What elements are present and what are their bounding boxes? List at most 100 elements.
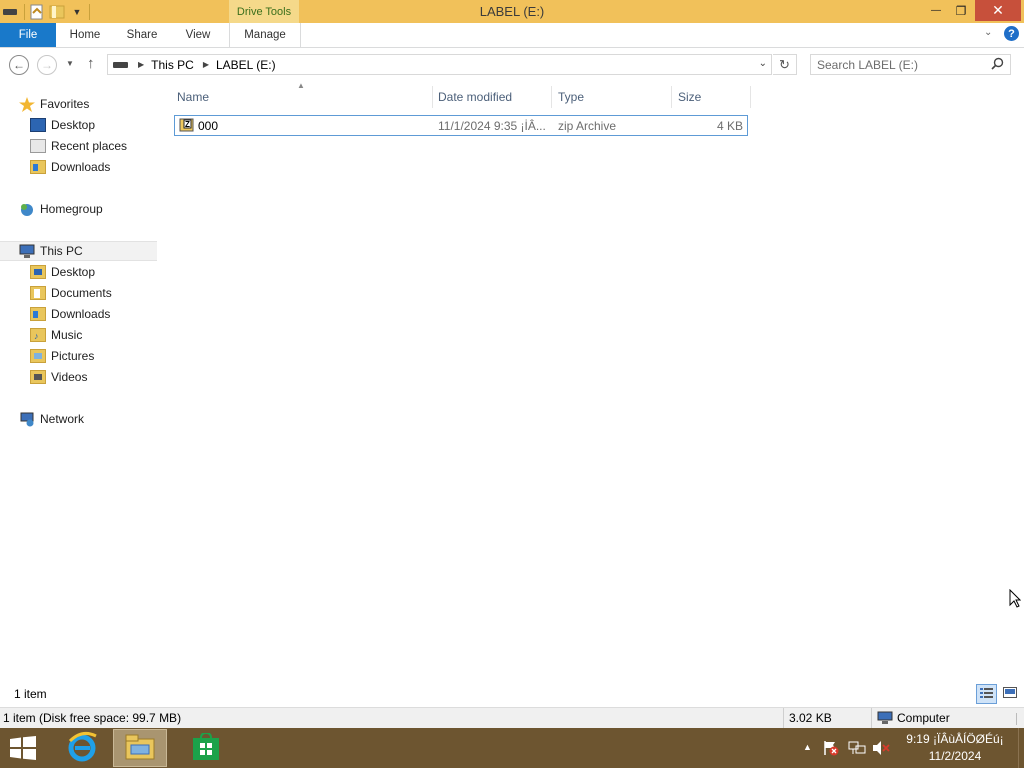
address-dropdown-icon[interactable]: ⌄: [759, 58, 767, 69]
network-icon: [19, 412, 35, 426]
large-icons-view-button[interactable]: [1000, 684, 1020, 704]
column-header-type[interactable]: Type: [558, 88, 668, 106]
nav-this-pc-downloads[interactable]: Downloads: [30, 304, 110, 323]
clock-time: 9:19 ¡ÏÂùÅÍÖØÉú¡: [906, 732, 1004, 746]
drive-icon[interactable]: [2, 4, 18, 20]
title-bar: [0, 0, 1024, 23]
search-input[interactable]: [817, 57, 987, 72]
refresh-button[interactable]: ↻: [773, 54, 797, 75]
nav-network[interactable]: Network: [19, 409, 84, 428]
nav-this-pc-desktop[interactable]: Desktop: [30, 262, 95, 281]
recent-locations-icon[interactable]: ▼: [66, 59, 74, 68]
show-desktop-button[interactable]: [1018, 728, 1024, 768]
status-item-info: 1 item (Disk free space: 99.7 MB): [3, 711, 182, 725]
refresh-icon: ↻: [779, 56, 790, 72]
details-view-icon: [980, 687, 993, 701]
nav-label: Pictures: [51, 348, 95, 363]
nav-this-pc-music[interactable]: ♪ Music: [30, 325, 82, 344]
file-name: 000: [198, 119, 219, 133]
status-size: 3.02 KB: [789, 711, 832, 725]
internet-explorer-icon: [66, 731, 98, 766]
nav-this-pc-pictures[interactable]: Pictures: [30, 346, 94, 365]
close-button[interactable]: ✕: [975, 0, 1021, 21]
homegroup-icon: [19, 202, 35, 216]
taskbar-store[interactable]: [184, 730, 228, 766]
address-bar[interactable]: ▶ This PC ▶ LABEL (E:) ⌄: [107, 54, 772, 75]
tab-view[interactable]: View: [176, 23, 220, 47]
file-size: 4 KB: [716, 119, 743, 133]
restore-icon: ❐: [955, 3, 967, 18]
svg-text:Z: Z: [185, 120, 190, 129]
new-folder-icon[interactable]: [49, 4, 65, 20]
status-bar: 1 item (Disk free space: 99.7 MB) 3.02 K…: [0, 707, 1024, 729]
column-divider[interactable]: [432, 86, 433, 108]
taskbar-file-explorer[interactable]: [113, 729, 167, 767]
nav-favorites[interactable]: Favorites: [19, 94, 89, 113]
nav-label: Desktop: [51, 264, 96, 279]
column-divider[interactable]: [551, 86, 552, 108]
nav-homegroup[interactable]: Homegroup: [19, 199, 103, 218]
star-icon: [19, 96, 35, 112]
documents-folder-icon: [30, 285, 46, 300]
tab-manage[interactable]: Manage: [229, 23, 301, 47]
help-icon[interactable]: ?: [1004, 26, 1019, 41]
details-view-button[interactable]: [976, 684, 997, 704]
properties-icon[interactable]: [29, 4, 45, 20]
volume-muted-icon[interactable]: [872, 740, 890, 759]
back-button[interactable]: ←: [9, 55, 29, 75]
tab-share[interactable]: Share: [118, 23, 166, 47]
resize-grip[interactable]: [1016, 713, 1017, 725]
nav-favorites-downloads[interactable]: Downloads: [30, 157, 110, 176]
start-button[interactable]: [9, 736, 37, 763]
drive-tools-label: Drive Tools: [229, 0, 299, 23]
back-arrow-icon: ←: [13, 58, 25, 72]
status-divider: [783, 708, 784, 728]
nav-favorites-recent-places[interactable]: Recent places: [30, 136, 127, 155]
column-header-size[interactable]: Size: [678, 88, 748, 106]
tab-file[interactable]: File: [0, 23, 56, 47]
videos-folder-icon: [30, 369, 46, 384]
store-icon: [192, 731, 220, 764]
action-center-icon[interactable]: [823, 740, 839, 759]
taskbar-internet-explorer[interactable]: [60, 730, 104, 766]
column-header-date-modified[interactable]: Date modified: [438, 88, 548, 106]
downloads-folder-icon: [30, 306, 46, 321]
drive-icon: [113, 61, 129, 69]
nav-label: Music: [51, 327, 83, 342]
show-hidden-icons-button[interactable]: ▲: [803, 742, 812, 752]
zip-archive-icon: Z: [179, 118, 194, 136]
nav-this-pc[interactable]: This PC: [19, 241, 83, 260]
nav-this-pc-documents[interactable]: Documents: [30, 283, 112, 302]
column-divider[interactable]: [671, 86, 672, 108]
customize-toolbar-icon[interactable]: ▼: [69, 4, 85, 20]
search-box[interactable]: [810, 54, 1011, 75]
breadcrumb-separator-icon[interactable]: ▶: [203, 60, 209, 69]
pictures-folder-icon: [30, 348, 46, 363]
quick-access-toolbar: ▼: [0, 0, 90, 23]
forward-button[interactable]: →: [37, 55, 57, 75]
taskbar: ▲ 9:19 ¡ÏÂùÅÍÖØÉú¡ 11/2/2024: [0, 728, 1024, 768]
windows-logo-icon: [9, 736, 37, 763]
network-status-icon[interactable]: [848, 740, 866, 759]
expand-ribbon-icon[interactable]: ⌄: [984, 27, 992, 38]
nav-network-label: Network: [40, 411, 85, 426]
breadcrumb-this-pc[interactable]: This PC: [151, 58, 194, 72]
nav-label: Downloads: [51, 159, 111, 174]
restore-button[interactable]: ❐: [946, 0, 976, 21]
up-button[interactable]: ↑: [87, 55, 95, 72]
breadcrumb-separator-icon[interactable]: ▶: [138, 60, 144, 69]
column-header-name[interactable]: Name: [177, 88, 427, 106]
file-row[interactable]: Z 000 11/1/2024 9:35 ¡İÂ... zip Archive …: [174, 115, 748, 136]
tab-home[interactable]: Home: [62, 23, 108, 47]
nav-label: Documents: [51, 285, 112, 300]
nav-this-pc-label: This PC: [40, 243, 83, 258]
search-icon: [991, 57, 1004, 73]
column-divider[interactable]: [750, 86, 751, 108]
nav-favorites-desktop[interactable]: Desktop: [30, 115, 95, 134]
up-arrow-icon: ↑: [87, 55, 95, 72]
clock-date: 11/2/2024: [928, 749, 982, 763]
system-clock[interactable]: 9:19 ¡ÏÂùÅÍÖØÉú¡ 11/2/2024: [900, 731, 1010, 765]
close-icon: ✕: [992, 2, 1004, 18]
breadcrumb-label-e[interactable]: LABEL (E:): [216, 58, 276, 72]
nav-this-pc-videos[interactable]: Videos: [30, 367, 87, 386]
